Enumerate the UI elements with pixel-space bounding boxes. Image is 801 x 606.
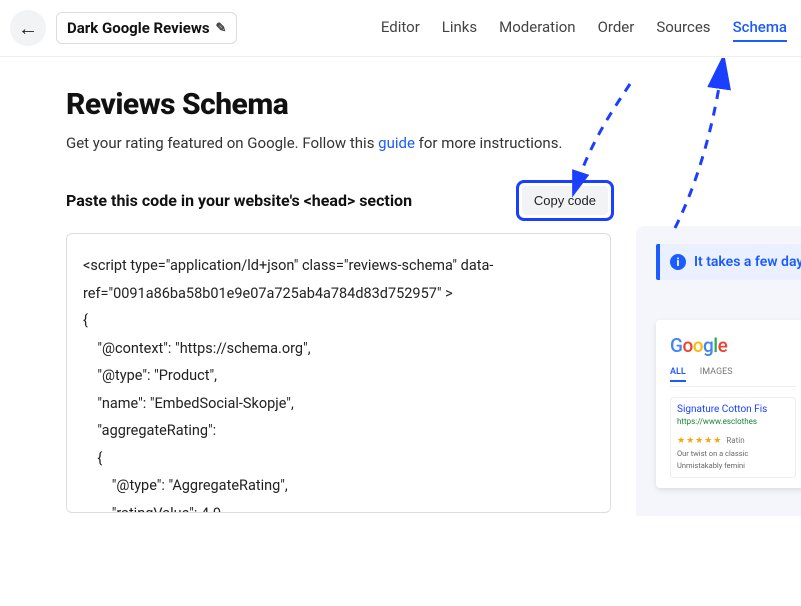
- info-text: It takes a few days: [694, 254, 801, 270]
- info-banner: i It takes a few days: [656, 244, 801, 280]
- google-tab-images[interactable]: IMAGES: [700, 367, 733, 382]
- divider: [670, 386, 796, 387]
- result-url: https://www.esclothes: [677, 417, 789, 426]
- result-desc-1: Our twist on a classic: [677, 449, 789, 459]
- result-rating-row: ★★★★★ Ratin: [677, 428, 789, 447]
- info-icon: i: [670, 254, 686, 270]
- tab-order[interactable]: Order: [598, 14, 635, 42]
- copy-code-button[interactable]: Copy code: [522, 186, 608, 215]
- rating-label: Ratin: [726, 436, 744, 445]
- preview-panel: i It takes a few days Google ALL IMAGES …: [636, 226, 801, 516]
- google-logo: Google: [670, 334, 796, 357]
- result-title: Signature Cotton Fis: [677, 404, 789, 415]
- widget-title: Dark Google Reviews: [67, 19, 210, 37]
- arrow-left-icon: ←: [18, 16, 38, 41]
- page-title: Reviews Schema: [66, 87, 801, 122]
- tab-editor[interactable]: Editor: [381, 14, 420, 42]
- tab-moderation[interactable]: Moderation: [499, 14, 575, 42]
- tab-sources[interactable]: Sources: [656, 14, 710, 42]
- google-preview-card: Google ALL IMAGES Signature Cotton Fis h…: [656, 320, 801, 488]
- result-desc-2: Unmistakably femini: [677, 461, 789, 471]
- page-subtitle: Get your rating featured on Google. Foll…: [66, 134, 801, 152]
- google-search-tabs: ALL IMAGES: [670, 367, 796, 382]
- section-label: Paste this code in your website's <head>…: [66, 191, 412, 210]
- header-tabs: Editor Links Moderation Order Sources Sc…: [381, 14, 787, 42]
- copy-code-highlight: Copy code: [516, 180, 614, 221]
- tab-schema[interactable]: Schema: [733, 14, 787, 42]
- schema-code-box[interactable]: <script type="application/ld+json" class…: [66, 233, 611, 513]
- google-tab-all[interactable]: ALL: [670, 367, 686, 382]
- stars-icon: ★★★★★: [677, 436, 722, 446]
- widget-title-chip[interactable]: Dark Google Reviews ✎: [56, 12, 237, 44]
- google-result: Signature Cotton Fis https://www.escloth…: [670, 397, 796, 478]
- top-bar: ← Dark Google Reviews ✎ Editor Links Mod…: [0, 0, 801, 57]
- back-button[interactable]: ←: [10, 10, 46, 46]
- code-section-header: Paste this code in your website's <head>…: [66, 180, 614, 221]
- tab-links[interactable]: Links: [442, 14, 477, 42]
- pencil-icon: ✎: [216, 21, 227, 36]
- guide-link[interactable]: guide: [378, 134, 415, 152]
